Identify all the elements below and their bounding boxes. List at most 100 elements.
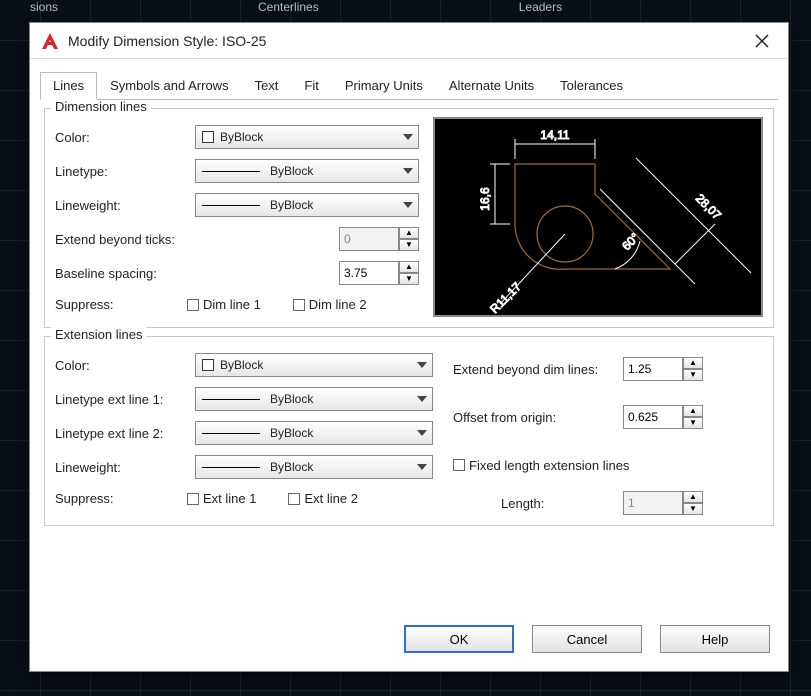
lt-ext2-label: Linetype ext line 2: (55, 426, 195, 441)
checkbox-icon (187, 299, 199, 311)
tab-alternate-units[interactable]: Alternate Units (436, 72, 547, 100)
length-input (623, 491, 683, 515)
help-button[interactable]: Help (660, 625, 770, 653)
color-swatch-icon (202, 131, 214, 143)
suppress-label: Suppress: (55, 297, 155, 312)
tab-label: Lines (53, 78, 84, 93)
lt-ext2-combo[interactable]: ByBlock (195, 421, 433, 445)
spin-down-button[interactable]: ▼ (683, 369, 703, 381)
checkbox-label: Dim line 2 (309, 297, 367, 312)
ext-lineweight-combo[interactable]: ByBlock (195, 455, 433, 479)
button-label: Cancel (567, 632, 607, 647)
linetype-sample-icon (202, 171, 260, 172)
tab-fit[interactable]: Fit (291, 72, 331, 100)
spin-down-button[interactable]: ▼ (683, 417, 703, 429)
offset-origin-input[interactable] (623, 405, 683, 429)
spin-down-button[interactable]: ▼ (683, 503, 703, 515)
tab-text[interactable]: Text (242, 72, 292, 100)
combo-value: ByBlock (270, 426, 313, 440)
combo-value: ByBlock (270, 164, 313, 178)
ext-color-label: Color: (55, 358, 195, 373)
ribbon-item: Centerlines (258, 0, 319, 18)
checkbox-icon (293, 299, 305, 311)
chevron-down-icon (403, 134, 413, 140)
suppress-dimline2-checkbox[interactable]: Dim line 2 (293, 297, 367, 312)
baseline-spacing-label: Baseline spacing: (55, 266, 195, 281)
dialog-body: Dimension lines Color: ByBlock Linetype: (30, 100, 788, 611)
group-legend: Dimension lines (51, 100, 151, 114)
preview-dim-angle: 60° (619, 230, 642, 253)
length-label: Length: (453, 496, 623, 511)
chevron-down-icon (417, 396, 427, 402)
tab-label: Tolerances (560, 78, 623, 93)
chevron-down-icon (403, 168, 413, 174)
tab-label: Alternate Units (449, 78, 534, 93)
autocad-logo-icon (40, 31, 60, 51)
spin-up-button[interactable]: ▲ (683, 357, 703, 369)
tab-primary-units[interactable]: Primary Units (332, 72, 436, 100)
spin-up-button[interactable]: ▲ (683, 405, 703, 417)
spin-down-button[interactable]: ▼ (399, 273, 419, 285)
tab-label: Primary Units (345, 78, 423, 93)
combo-value: ByBlock (220, 358, 263, 372)
spin-down-button[interactable]: ▼ (399, 239, 419, 251)
suppress-extline2-checkbox[interactable]: Ext line 2 (288, 491, 357, 506)
window-title: Modify Dimension Style: ISO-25 (68, 33, 746, 49)
chevron-down-icon (417, 362, 427, 368)
chevron-down-icon (417, 430, 427, 436)
checkbox-icon (288, 493, 300, 505)
preview-dim-radius: R11,17 (487, 279, 524, 316)
titlebar: Modify Dimension Style: ISO-25 (30, 23, 788, 59)
tab-label: Symbols and Arrows (110, 78, 229, 93)
linetype-combo[interactable]: ByBlock (195, 159, 419, 183)
lineweight-sample-icon (202, 205, 260, 206)
fixed-length-checkbox[interactable]: Fixed length extension lines (453, 458, 629, 473)
dialog-footer: OK Cancel Help (30, 611, 788, 671)
lineweight-combo[interactable]: ByBlock (195, 193, 419, 217)
ribbon-item: sions (30, 0, 58, 18)
tab-lines[interactable]: Lines (40, 72, 97, 100)
extension-lines-group: Extension lines Color: ByBlock Linetype … (44, 336, 774, 526)
group-legend: Extension lines (51, 327, 146, 342)
ext-color-combo[interactable]: ByBlock (195, 353, 433, 377)
length-spinner: ▲▼ (623, 491, 703, 515)
color-combo[interactable]: ByBlock (195, 125, 419, 149)
extend-ticks-label: Extend beyond ticks: (55, 232, 195, 247)
lt-ext1-combo[interactable]: ByBlock (195, 387, 433, 411)
close-button[interactable] (746, 25, 778, 57)
dimension-style-dialog: Modify Dimension Style: ISO-25 Lines Sym… (29, 22, 789, 672)
close-icon (755, 34, 769, 48)
spin-up-button[interactable]: ▲ (683, 491, 703, 503)
app-ribbon: sions Centerlines Leaders (0, 0, 811, 18)
preview-dim-left: 16,6 (478, 187, 492, 211)
combo-value: ByBlock (270, 460, 313, 474)
linetype-sample-icon (202, 399, 260, 400)
baseline-spacing-input[interactable] (339, 261, 399, 285)
suppress-extline1-checkbox[interactable]: Ext line 1 (187, 491, 256, 506)
checkbox-icon (453, 459, 465, 471)
spin-up-button[interactable]: ▲ (399, 261, 419, 273)
linetype-label: Linetype: (55, 164, 195, 179)
lt-ext1-label: Linetype ext line 1: (55, 392, 195, 407)
extend-beyond-input[interactable] (623, 357, 683, 381)
suppress-dimline1-checkbox[interactable]: Dim line 1 (187, 297, 261, 312)
button-label: OK (450, 632, 469, 647)
tab-label: Fit (304, 78, 318, 93)
checkbox-icon (187, 493, 199, 505)
extend-ticks-input (339, 227, 399, 251)
ok-button[interactable]: OK (404, 625, 514, 653)
cancel-button[interactable]: Cancel (532, 625, 642, 653)
chevron-down-icon (403, 202, 413, 208)
preview-dim-top: 14,11 (540, 128, 569, 142)
extend-beyond-spinner: ▲▼ (623, 357, 703, 381)
tab-tolerances[interactable]: Tolerances (547, 72, 636, 100)
chevron-down-icon (417, 464, 427, 470)
tab-symbols-arrows[interactable]: Symbols and Arrows (97, 72, 242, 100)
color-swatch-icon (202, 359, 214, 371)
spin-up-button[interactable]: ▲ (399, 227, 419, 239)
color-label: Color: (55, 130, 195, 145)
lineweight-sample-icon (202, 467, 260, 468)
checkbox-label: Dim line 1 (203, 297, 261, 312)
ext-lineweight-label: Lineweight: (55, 460, 195, 475)
combo-value: ByBlock (220, 130, 263, 144)
